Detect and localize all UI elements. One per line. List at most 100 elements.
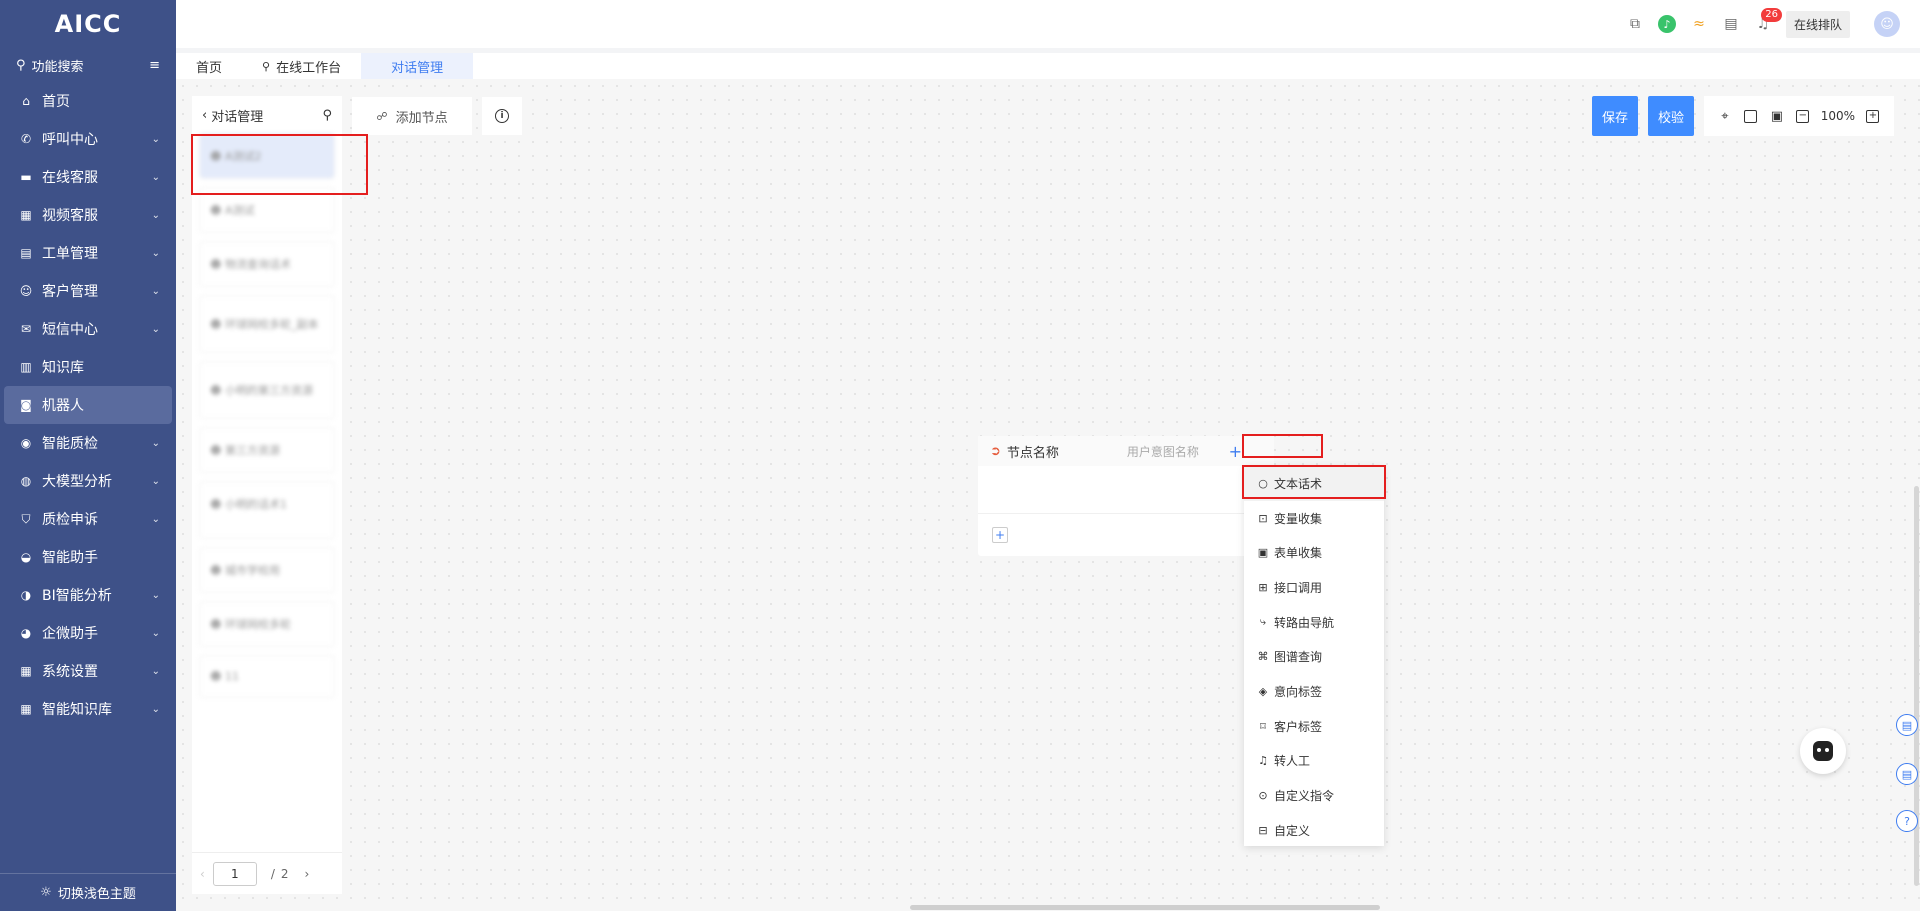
headset-status-icon[interactable]: ♪: [1657, 15, 1676, 33]
collapse-menu-icon[interactable]: ≡: [149, 58, 160, 73]
sidebar-item-15[interactable]: ▦ 系统设置 ⌄: [0, 652, 176, 690]
sidebar: AICC ⚲ 功能搜索 ≡ ⌂ 首页 ✆ 呼叫中心 ⌄ ▬ 在线客服 ⌄ ▦ 视频客服 ⌄ ▤ 工单管理…: [0, 0, 176, 911]
list-item-text: 物流查询话术: [224, 258, 291, 271]
sidebar-item-14[interactable]: ◕ 企微助手 ⌄: [0, 614, 176, 652]
dropdown-item-7[interactable]: ⌑ 客户标签: [1244, 709, 1384, 744]
user-icon: ☻: [210, 384, 225, 397]
dropdown-item-label: 自定义: [1274, 823, 1311, 838]
zoom-in-icon[interactable]: +: [1865, 108, 1881, 124]
dropdown-item-label: 转路由导航: [1274, 615, 1335, 630]
dropdown-item-10[interactable]: ⊟ 自定义: [1244, 813, 1384, 848]
dropdown-item-6[interactable]: ◈ 意向标签: [1244, 674, 1384, 709]
page-tabs: 首页 ⚲ 在线工作台 对话管理: [176, 53, 1920, 79]
sidebar-item-11[interactable]: ⛉ 质检申诉 ⌄: [0, 500, 176, 538]
user-icon: ☻: [210, 618, 225, 631]
side-bookmark-icon[interactable]: ▤: [1896, 763, 1918, 785]
screen-share-icon[interactable]: ⧉: [1626, 15, 1644, 33]
list-item[interactable]: ☻ 小明的第三方资源: [200, 362, 334, 418]
list-item[interactable]: ☻ 第三方资源: [200, 428, 334, 472]
chevron-down-icon: ⌄: [151, 247, 160, 259]
sidebar-item-3[interactable]: ▦ 视频客服 ⌄: [0, 196, 176, 234]
side-book-icon[interactable]: ▤: [1896, 714, 1918, 736]
wifi-icon[interactable]: ≈: [1690, 15, 1708, 33]
list-item[interactable]: ☻ 物流查询话术: [200, 242, 334, 286]
save-button[interactable]: 保存: [1592, 96, 1638, 136]
sidebar-item-4[interactable]: ▤ 工单管理 ⌄: [0, 234, 176, 272]
sidebar-item-10[interactable]: ◍ 大模型分析 ⌄: [0, 462, 176, 500]
search-icon[interactable]: ⚲: [322, 108, 332, 123]
prev-page-icon[interactable]: ‹: [200, 867, 205, 881]
home-icon: ⌂: [22, 94, 30, 108]
dropdown-item-9[interactable]: ⊙ 自定义指令: [1244, 778, 1384, 813]
flow-node[interactable]: ➲ 节点名称 用户意图名称 + +: [978, 436, 1274, 556]
info-button[interactable]: i: [482, 97, 522, 135]
sidebar-item-1[interactable]: ✆ 呼叫中心 ⌄: [0, 120, 176, 158]
sidebar-item-12[interactable]: ◒ 智能助手: [0, 538, 176, 576]
dropdown-item-2[interactable]: ▣ 表单收集: [1244, 535, 1384, 570]
highlight-text-script: [1242, 465, 1386, 499]
sidebar-item-label: 智能助手: [42, 550, 98, 566]
sidebar-item-7[interactable]: ▥ 知识库: [0, 348, 176, 386]
help-icon[interactable]: ?: [1896, 810, 1918, 832]
tab-home[interactable]: 首页: [176, 53, 242, 79]
add-item-button[interactable]: +: [992, 527, 1008, 543]
list-item-text: 11: [224, 670, 239, 683]
sidebar-item-label: 视频客服: [42, 208, 98, 224]
sidebar-item-2[interactable]: ▬ 在线客服 ⌄: [0, 158, 176, 196]
add-node-button[interactable]: ☍ 添加节点: [352, 97, 472, 135]
page-input[interactable]: 1: [212, 861, 257, 886]
avatar[interactable]: ☺: [1874, 11, 1900, 37]
phone-icon: ✆: [20, 132, 32, 146]
zoom-out-icon[interactable]: −: [1795, 108, 1811, 124]
tab-dialog-management[interactable]: 对话管理: [361, 53, 474, 79]
dropdown-item-3[interactable]: ⊞ 接口调用: [1244, 570, 1384, 605]
intent-name-field[interactable]: 用户意图名称: [1127, 443, 1229, 460]
tab-online-workbench[interactable]: ⚲ 在线工作台: [242, 53, 361, 79]
user-icon: ☻: [210, 318, 225, 331]
sidebar-item-8[interactable]: ◙ 机器人: [4, 386, 172, 424]
horizontal-scrollbar[interactable]: [910, 905, 1380, 910]
sidebar-item-16[interactable]: ▦ 智能知识库 ⌄: [0, 690, 176, 728]
add-branch-button[interactable]: +: [1229, 442, 1242, 461]
dropdown-item-4[interactable]: ⤷ 转路由导航: [1244, 605, 1384, 640]
tab-label: 首页: [196, 60, 223, 76]
back-chevron-icon[interactable]: ‹: [202, 108, 207, 123]
calendar-icon[interactable]: ▤: [1722, 15, 1740, 33]
sidebar-item-9[interactable]: ◉ 智能质检 ⌄: [0, 424, 176, 462]
locate-icon[interactable]: ⌖: [1717, 108, 1733, 124]
dropdown-item-5[interactable]: ⌘ 图谱查询: [1244, 639, 1384, 674]
sidebar-item-6[interactable]: ✉ 短信中心 ⌄: [0, 310, 176, 348]
robot-assistant-button[interactable]: [1800, 728, 1846, 774]
validate-button[interactable]: 校验: [1648, 96, 1694, 136]
pin-icon: ⚲: [262, 59, 271, 73]
dropdown-item-1[interactable]: ⊡ 变量收集: [1244, 501, 1384, 536]
zoom-toolbar: ⌖ ▣ − 100% +: [1704, 96, 1894, 136]
list-item[interactable]: ☻ 城市学校用: [200, 548, 334, 592]
pie-chart-icon: ◑: [20, 588, 32, 602]
dropdown-item-label: 自定义指令: [1274, 789, 1335, 804]
theme-switch-button[interactable]: ☼ 切换浅色主题: [0, 873, 176, 911]
sidebar-item-13[interactable]: ◑ BI智能分析 ⌄: [0, 576, 176, 614]
grid-icon: ▦: [20, 208, 32, 222]
function-search[interactable]: ⚲ 功能搜索 ≡: [0, 48, 176, 82]
online-queue-button[interactable]: 在线排队: [1785, 10, 1850, 38]
model-icon: ◍: [20, 474, 32, 488]
robot-icon: [1813, 741, 1833, 761]
sidebar-item-0[interactable]: ⌂ 首页: [0, 82, 176, 120]
fit-screen-icon[interactable]: ▣: [1769, 108, 1785, 124]
minimap-icon[interactable]: [1743, 108, 1759, 124]
list-item[interactable]: ☻ 小明的话术1: [200, 482, 334, 538]
list-item[interactable]: ☻ 11: [200, 656, 334, 697]
sidebar-item-5[interactable]: ☺ 客户管理 ⌄: [0, 272, 176, 310]
theme-switch-label: 切换浅色主题: [57, 887, 136, 902]
list-item[interactable]: ☻ 环球网校多轮_副本: [200, 296, 334, 352]
dropdown-item-label: 意向标签: [1274, 684, 1323, 699]
mail-icon: ✉: [20, 322, 32, 336]
node-name[interactable]: 节点名称: [1007, 442, 1127, 461]
chevron-down-icon: ⌄: [151, 627, 160, 639]
dropdown-item-8[interactable]: ♫ 转人工: [1244, 744, 1384, 779]
list-item-text: 城市学校用: [224, 564, 280, 577]
list-item[interactable]: ☻ 环球网校多轮: [200, 602, 334, 646]
next-page-icon[interactable]: ›: [305, 867, 310, 881]
bell-icon[interactable]: ♫ 26: [1754, 8, 1782, 33]
